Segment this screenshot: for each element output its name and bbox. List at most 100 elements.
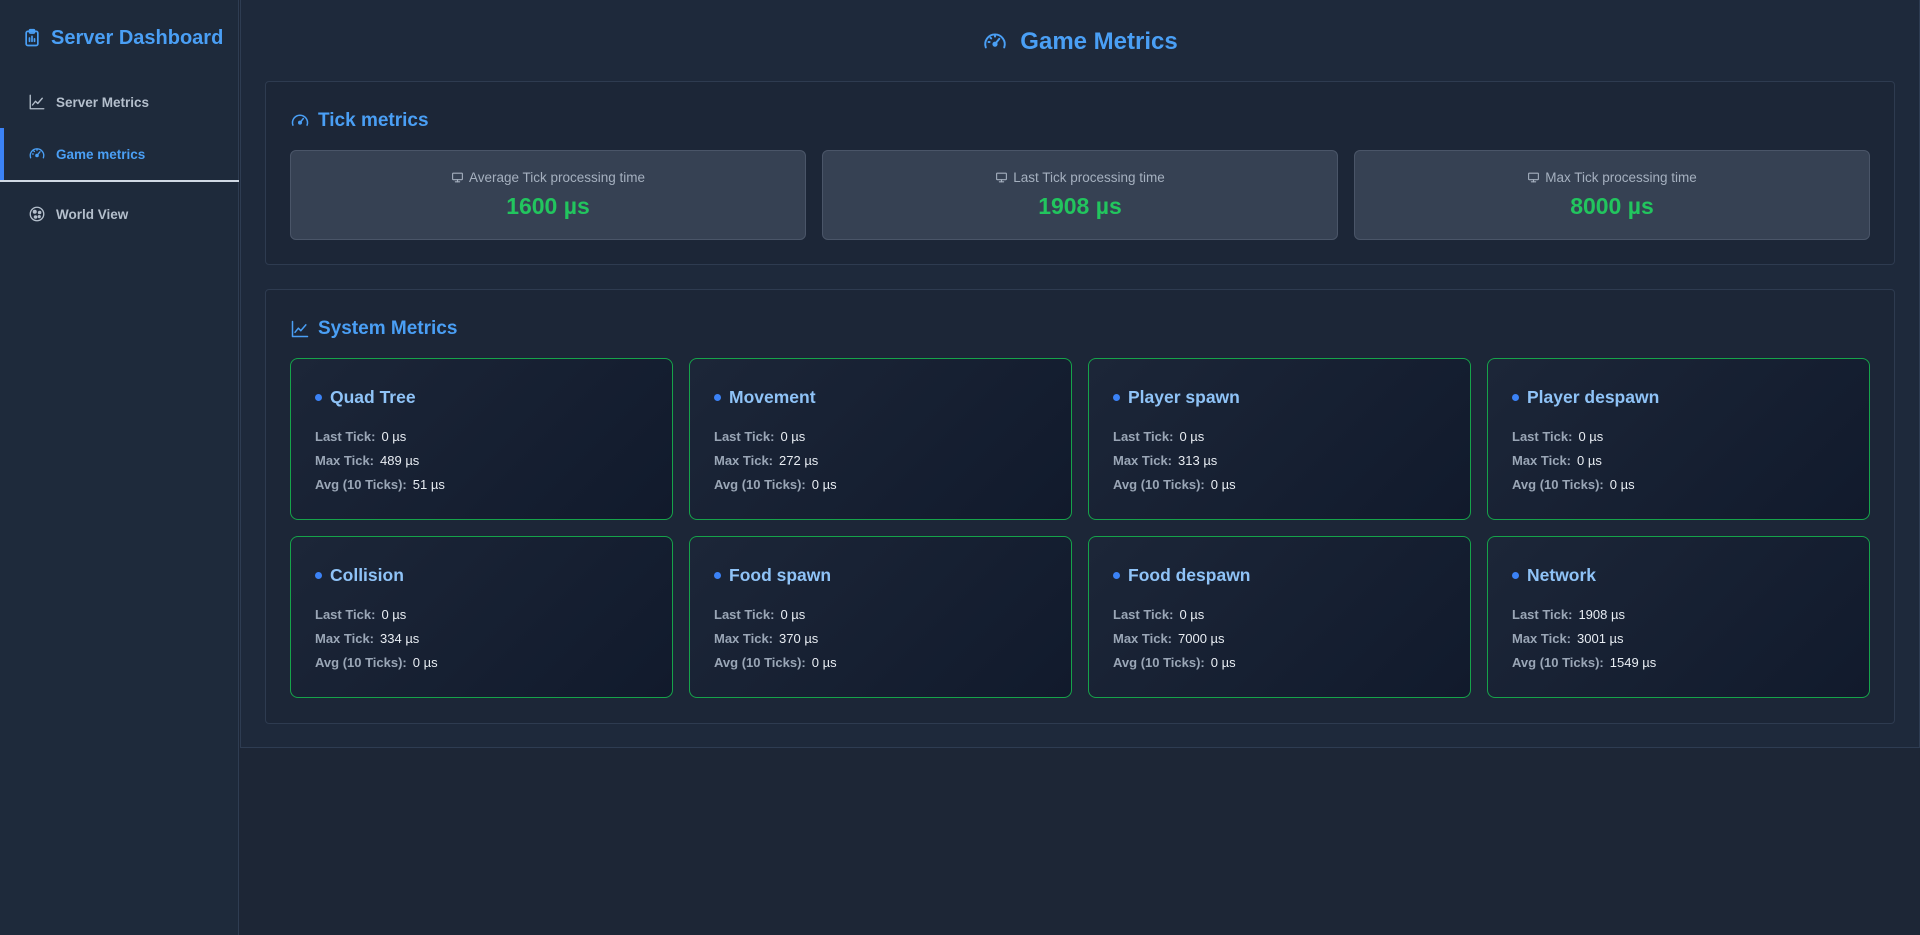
last-tick-row: Last Tick: 0 µs bbox=[315, 425, 672, 449]
page-title-text: Game Metrics bbox=[1020, 28, 1178, 55]
system-card: Player spawn Last Tick: 0 µs Max Tick: 313 µ… bbox=[1088, 358, 1471, 520]
avg-tick-row: Avg (10 Ticks): 0 µs bbox=[315, 651, 672, 675]
sidebar-item-world-view[interactable]: World View bbox=[0, 188, 238, 240]
tick-card-label: Average Tick processing time bbox=[291, 170, 805, 185]
section-title-text: System Metrics bbox=[318, 318, 458, 339]
avg-tick-row: Avg (10 Ticks): 51 µs bbox=[315, 473, 672, 497]
row-label: Max Tick: bbox=[315, 453, 375, 468]
avg-tick-value: 0 µs bbox=[811, 655, 837, 670]
avg-tick-row: Avg (10 Ticks): 0 µs bbox=[714, 473, 1071, 497]
page-title: Game Metrics bbox=[241, 0, 1919, 84]
row-label: Last Tick: bbox=[1512, 429, 1573, 444]
bullet-dot-icon bbox=[714, 572, 721, 579]
row-label: Last Tick: bbox=[714, 607, 775, 622]
system-card: Food despawn Last Tick: 0 µs Max Tick: 7000 … bbox=[1088, 536, 1471, 698]
avg-tick-value: 1549 µs bbox=[1609, 655, 1657, 670]
monitor-icon bbox=[452, 172, 463, 183]
avg-tick-value: 0 µs bbox=[811, 477, 837, 492]
section-title-text: Tick metrics bbox=[318, 110, 429, 131]
sidebar: Server Dashboard Server Metrics Game met… bbox=[0, 0, 239, 935]
system-card-name: Player despawn bbox=[1527, 387, 1660, 407]
system-card: Movement Last Tick: 0 µs Max Tick: 272 µs Avg… bbox=[689, 358, 1072, 520]
row-label: Max Tick: bbox=[315, 631, 375, 646]
row-label: Max Tick: bbox=[1113, 453, 1173, 468]
avg-tick-row: Avg (10 Ticks): 0 µs bbox=[1113, 473, 1470, 497]
sidebar-item-game-metrics[interactable]: Game metrics bbox=[0, 128, 238, 180]
row-label: Max Tick: bbox=[1512, 631, 1572, 646]
last-tick-row: Last Tick: 0 µs bbox=[1512, 425, 1869, 449]
row-label: Last Tick: bbox=[714, 429, 775, 444]
bullet-dot-icon bbox=[714, 394, 721, 401]
row-label: Avg (10 Ticks): bbox=[1512, 477, 1604, 492]
max-tick-row: Max Tick: 7000 µs bbox=[1113, 627, 1470, 651]
avg-tick-row: Avg (10 Ticks): 0 µs bbox=[714, 651, 1071, 675]
max-tick-row: Max Tick: 0 µs bbox=[1512, 449, 1869, 473]
avg-tick-value: 51 µs bbox=[412, 477, 445, 492]
gauge-icon bbox=[291, 114, 309, 126]
system-card-name: Player spawn bbox=[1128, 387, 1240, 407]
avg-tick-row: Avg (10 Ticks): 0 µs bbox=[1512, 473, 1869, 497]
system-card-title: Collision bbox=[315, 565, 672, 586]
row-label: Max Tick: bbox=[1113, 631, 1173, 646]
avg-tick-value: 0 µs bbox=[1609, 477, 1635, 492]
last-tick-value: 1908 µs bbox=[1578, 607, 1625, 622]
system-card: Quad Tree Last Tick: 0 µs Max Tick: 489 µs Av… bbox=[290, 358, 673, 520]
line-chart-icon bbox=[291, 320, 309, 338]
avg-tick-value: 0 µs bbox=[1210, 477, 1236, 492]
sidebar-item-label: Game metrics bbox=[56, 146, 146, 162]
tick-label-text: Average Tick processing time bbox=[468, 170, 646, 185]
max-tick-value: 0 µs bbox=[1577, 453, 1602, 468]
tick-label-text: Max Tick processing time bbox=[1545, 170, 1697, 185]
section-title: Tick metrics bbox=[266, 82, 1894, 132]
avg-tick-row: Avg (10 Ticks): 0 µs bbox=[1113, 651, 1470, 675]
system-card-title: Food despawn bbox=[1113, 565, 1470, 586]
row-label: Max Tick: bbox=[714, 453, 774, 468]
row-label: Last Tick: bbox=[1512, 607, 1573, 622]
tick-metrics-section: Tick metrics Average Tick processing tim… bbox=[265, 81, 1895, 265]
tick-card-max: Max Tick processing time 8000 µs bbox=[1354, 150, 1870, 240]
tick-card-label: Max Tick processing time bbox=[1355, 170, 1869, 185]
bullet-dot-icon bbox=[1512, 394, 1519, 401]
tick-card-label: Last Tick processing time bbox=[823, 170, 1337, 185]
globe-icon bbox=[29, 206, 45, 222]
bullet-dot-icon bbox=[1512, 572, 1519, 579]
system-card-title: Player despawn bbox=[1512, 387, 1869, 408]
gauge-icon bbox=[29, 148, 45, 159]
last-tick-value: 0 µs bbox=[1179, 607, 1205, 622]
system-card-name: Food spawn bbox=[729, 565, 832, 585]
row-label: Avg (10 Ticks): bbox=[1113, 477, 1205, 492]
sidebar-item-server-metrics[interactable]: Server Metrics bbox=[0, 76, 238, 128]
row-label: Max Tick: bbox=[1512, 453, 1572, 468]
row-label: Avg (10 Ticks): bbox=[315, 477, 407, 492]
main-panel: Game Metrics Tick metrics Average Tick p… bbox=[240, 0, 1920, 748]
last-tick-row: Last Tick: 0 µs bbox=[315, 603, 672, 627]
tick-value: 1600 µs bbox=[506, 193, 590, 219]
clipboard-icon bbox=[25, 28, 39, 47]
line-chart-icon bbox=[29, 94, 45, 110]
last-tick-value: 0 µs bbox=[780, 607, 806, 622]
row-label: Avg (10 Ticks): bbox=[1512, 655, 1604, 670]
system-metrics-section: System Metrics Quad Tree Last Tick: 0 µs Ma… bbox=[265, 289, 1895, 724]
bullet-dot-icon bbox=[1113, 572, 1120, 579]
avg-tick-value: 0 µs bbox=[412, 655, 438, 670]
tick-card-average: Average Tick processing time 1600 µs bbox=[290, 150, 806, 240]
system-card-title: Network bbox=[1512, 565, 1869, 586]
system-card-title: Quad Tree bbox=[315, 387, 672, 408]
tick-card-last: Last Tick processing time 1908 µs bbox=[822, 150, 1338, 240]
max-tick-row: Max Tick: 313 µs bbox=[1113, 449, 1470, 473]
last-tick-row: Last Tick: 1908 µs bbox=[1512, 603, 1869, 627]
system-card-title: Player spawn bbox=[1113, 387, 1470, 408]
system-card: Player despawn Last Tick: 0 µs Max Tick: 0 µ… bbox=[1487, 358, 1870, 520]
system-card-name: Quad Tree bbox=[330, 387, 416, 407]
system-card: Food spawn Last Tick: 0 µs Max Tick: 370 µs A… bbox=[689, 536, 1072, 698]
brand: Server Dashboard bbox=[0, 0, 238, 76]
tick-value: 1908 µs bbox=[1038, 193, 1122, 219]
max-tick-value: 313 µs bbox=[1178, 453, 1218, 468]
last-tick-value: 0 µs bbox=[780, 429, 806, 444]
last-tick-value: 0 µs bbox=[1578, 429, 1604, 444]
bullet-dot-icon bbox=[315, 572, 322, 579]
bullet-dot-icon bbox=[1113, 394, 1120, 401]
max-tick-row: Max Tick: 334 µs bbox=[315, 627, 672, 651]
max-tick-value: 334 µs bbox=[380, 631, 420, 646]
system-card-name: Network bbox=[1527, 565, 1597, 585]
